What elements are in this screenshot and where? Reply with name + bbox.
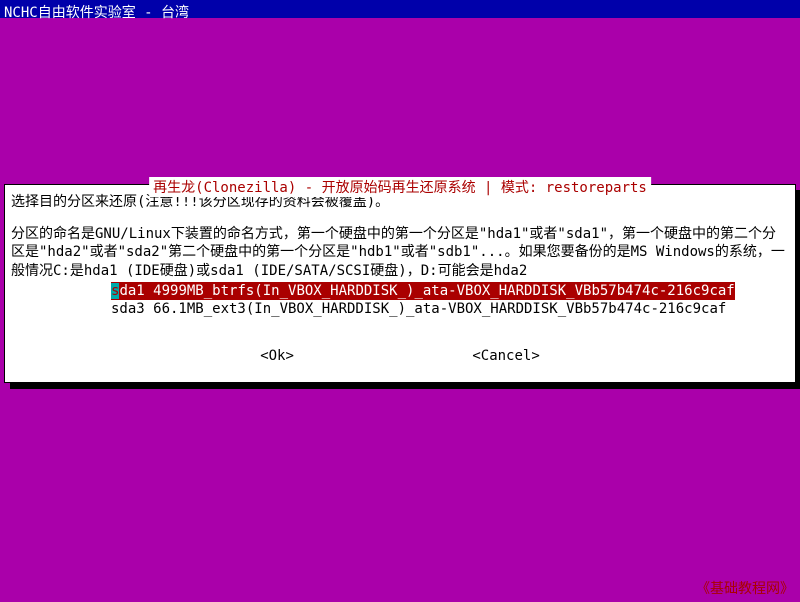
watermark: 《基础教程网》 xyxy=(696,578,794,598)
dialog-box: 再生龙(Clonezilla) - 开放原始码再生还原系统 | 模式: rest… xyxy=(4,184,796,383)
dialog-title: 再生龙(Clonezilla) - 开放原始码再生还原系统 | 模式: rest… xyxy=(149,177,651,197)
ok-button[interactable]: <Ok> xyxy=(260,348,294,364)
partition-list: sda1 4999MB_btrfs(In_VBOX_HARDDISK_)_ata… xyxy=(111,282,789,318)
cancel-button[interactable]: <Cancel> xyxy=(472,348,539,364)
title-bar: NCHC自由软件实验室 - 台湾 xyxy=(0,0,800,18)
dialog-body: 分区的命名是GNU/Linux下装置的命名方式，第一个硬盘中的第一个分区是"hd… xyxy=(11,225,789,280)
dialog-wrapper: 再生龙(Clonezilla) - 开放原始码再生还原系统 | 模式: rest… xyxy=(4,184,796,383)
partition-label: sda3 66.1MB_ext3(In_VBOX_HARDDISK_)_ata-… xyxy=(111,301,726,317)
title-text: NCHC自由软件实验室 - 台湾 xyxy=(4,5,189,21)
partition-label: da1 4999MB_btrfs(In_VBOX_HARDDISK_)_ata-… xyxy=(119,283,734,299)
partition-item-sda3[interactable]: sda3 66.1MB_ext3(In_VBOX_HARDDISK_)_ata-… xyxy=(111,300,789,318)
partition-item-sda1[interactable]: sda1 4999MB_btrfs(In_VBOX_HARDDISK_)_ata… xyxy=(111,282,735,300)
button-row: <Ok> <Cancel> xyxy=(11,348,789,364)
